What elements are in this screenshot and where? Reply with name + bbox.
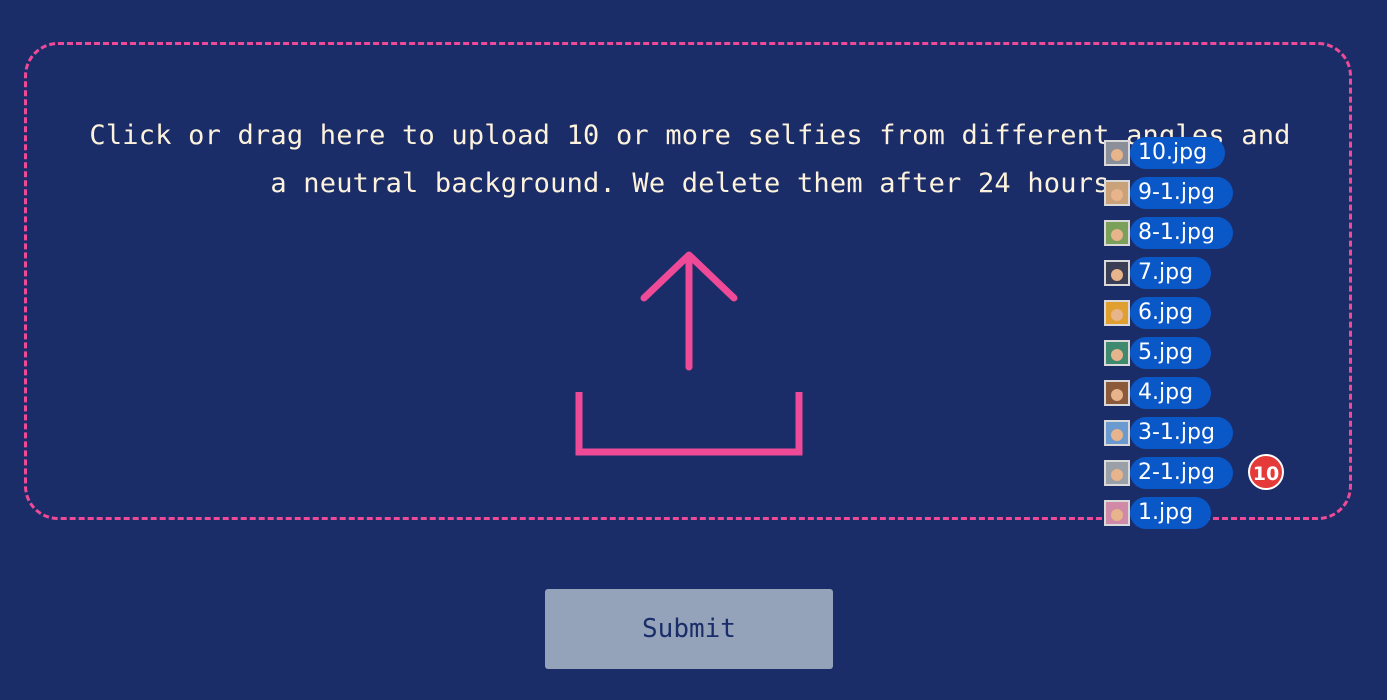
upload-icon — [575, 251, 803, 456]
file-name-label: 3-1.jpg — [1130, 417, 1233, 449]
file-name-label: 2-1.jpg — [1130, 457, 1233, 489]
face-icon — [1111, 509, 1123, 521]
face-icon — [1111, 309, 1123, 321]
dragged-file-item: 8-1.jpg — [1104, 216, 1233, 250]
file-thumbnail — [1104, 420, 1130, 446]
dragged-file-item: 6.jpg — [1104, 296, 1212, 330]
file-thumbnail — [1104, 340, 1130, 366]
face-icon — [1111, 469, 1123, 481]
dragged-file-item: 5.jpg — [1104, 336, 1212, 370]
face-icon — [1111, 389, 1123, 401]
file-thumbnail — [1104, 140, 1130, 166]
file-name-label: 10.jpg — [1130, 137, 1226, 169]
dragged-file-item: 1.jpg — [1104, 496, 1212, 530]
file-thumbnail — [1104, 220, 1130, 246]
dragged-file-item: 3-1.jpg — [1104, 416, 1233, 450]
file-name-label: 4.jpg — [1130, 377, 1212, 409]
file-name-label: 6.jpg — [1130, 297, 1212, 329]
file-thumbnail — [1104, 460, 1130, 486]
face-icon — [1111, 229, 1123, 241]
dragged-file-item: 10.jpg — [1104, 136, 1226, 170]
file-name-label: 9-1.jpg — [1130, 177, 1233, 209]
file-thumbnail — [1104, 260, 1130, 286]
file-thumbnail — [1104, 180, 1130, 206]
file-name-label: 8-1.jpg — [1130, 217, 1233, 249]
dragged-file-item: 4.jpg — [1104, 376, 1212, 410]
file-name-label: 5.jpg — [1130, 337, 1212, 369]
face-icon — [1111, 189, 1123, 201]
file-name-label: 1.jpg — [1130, 497, 1212, 529]
face-icon — [1111, 429, 1123, 441]
file-count-badge: 10 — [1248, 454, 1284, 490]
dragged-file-item: 2-1.jpg — [1104, 456, 1233, 490]
upload-page: Click or drag here to upload 10 or more … — [0, 0, 1387, 700]
file-thumbnail — [1104, 300, 1130, 326]
dragged-file-item: 9-1.jpg — [1104, 176, 1233, 210]
face-icon — [1111, 269, 1123, 281]
file-thumbnail — [1104, 380, 1130, 406]
file-thumbnail — [1104, 500, 1130, 526]
dragged-file-item: 7.jpg — [1104, 256, 1212, 290]
face-icon — [1111, 149, 1123, 161]
file-name-label: 7.jpg — [1130, 257, 1212, 289]
submit-button[interactable]: Submit — [545, 589, 833, 669]
face-icon — [1111, 349, 1123, 361]
